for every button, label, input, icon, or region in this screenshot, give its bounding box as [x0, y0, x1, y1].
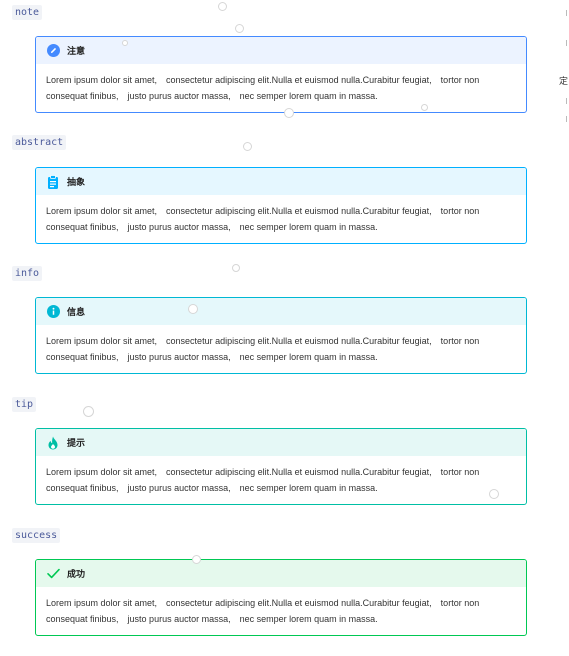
- code-label-info: info: [12, 266, 43, 281]
- admonition-header: 信息: [36, 298, 526, 325]
- admonition-note: 注意 Lorem ipsum dolor sit amet, consectet…: [35, 36, 527, 113]
- decorative-dot: [232, 264, 240, 272]
- code-label-abstract: abstract: [12, 135, 67, 150]
- decorative-dot: [235, 24, 244, 33]
- admonition-title: 信息: [67, 308, 86, 318]
- admonition-title: 提示: [67, 439, 86, 449]
- decorative-dot: [489, 489, 499, 499]
- info-icon: [46, 305, 60, 319]
- side-panel-divider: [566, 10, 567, 16]
- code-label-note: note: [12, 5, 43, 20]
- admonition-title: 注意: [67, 47, 86, 57]
- side-panel-divider: [566, 40, 567, 46]
- clipboard-icon: [46, 174, 60, 189]
- side-panel-divider: [566, 98, 567, 104]
- code-label-success: success: [12, 528, 61, 543]
- admonition-body: Lorem ipsum dolor sit amet, consectetur …: [46, 75, 480, 101]
- pencil-icon: [46, 44, 60, 58]
- code-label-tip: tip: [12, 397, 37, 412]
- decorative-dot: [192, 555, 201, 564]
- admonition-title: 抽象: [67, 178, 86, 188]
- admonition-body: Lorem ipsum dolor sit amet, consectetur …: [46, 598, 480, 624]
- admonition-body: Lorem ipsum dolor sit amet, consectetur …: [46, 336, 480, 362]
- admonition-title: 成功: [67, 570, 86, 580]
- side-panel-divider: [566, 116, 567, 122]
- admonition-tip: 提示 Lorem ipsum dolor sit amet, consectet…: [35, 428, 527, 505]
- decorative-dot: [83, 406, 94, 417]
- admonition-abstract: 抽象 Lorem ipsum dolor sit amet, consectet…: [35, 167, 527, 244]
- decorative-dot: [421, 104, 428, 111]
- check-icon: [46, 567, 60, 581]
- admonition-header: 注意: [36, 37, 526, 64]
- admonition-body: Lorem ipsum dolor sit amet, consectetur …: [46, 467, 480, 493]
- admonition-success: 成功 Lorem ipsum dolor sit amet, consectet…: [35, 559, 527, 636]
- admonition-info: 信息 Lorem ipsum dolor sit amet, consectet…: [35, 297, 527, 374]
- decorative-dot: [218, 2, 227, 11]
- decorative-dot: [284, 108, 294, 118]
- admonition-body: Lorem ipsum dolor sit amet, consectetur …: [46, 206, 480, 232]
- admonition-header: 提示: [36, 429, 526, 456]
- decorative-dot: [188, 304, 198, 314]
- decorative-dot: [122, 40, 128, 46]
- side-panel-fragment: 定: [559, 77, 569, 87]
- flame-icon: [46, 436, 60, 450]
- admonition-header: 成功: [36, 560, 526, 587]
- decorative-dot: [243, 142, 252, 151]
- admonition-header: 抽象: [36, 168, 526, 195]
